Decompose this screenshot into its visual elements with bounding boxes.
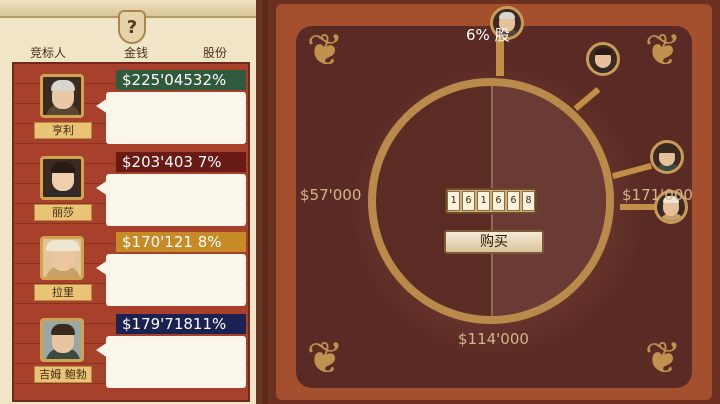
column-header-money: 金钱 (124, 46, 149, 60)
larry-portrait (40, 236, 84, 280)
bidder-row-henry: 亨利 $225'04532% (14, 66, 248, 146)
corner-ornament-icon: ❦ (644, 25, 682, 76)
column-header-shares: 股份 (203, 46, 228, 60)
bid-digit: 1 (477, 191, 490, 211)
bidder-money-shares: $225'04532% (116, 70, 246, 90)
bid-digit: 6 (507, 191, 520, 211)
corner-ornament-icon: ❦ (306, 333, 344, 384)
column-header-bidder: 竞标人 (30, 46, 67, 60)
question-mark-icon[interactable]: ? (118, 10, 146, 44)
bid-digit: 1 (447, 191, 460, 211)
bid-digit: 6 (462, 191, 475, 211)
bidder-name: 丽莎 (34, 204, 92, 221)
speech-bubble (96, 336, 246, 388)
bidder-row-larry: 拉里 $170'121 8% (14, 228, 248, 308)
bidder-money-shares: $179'71811% (116, 314, 246, 334)
jim-bob-portrait (40, 318, 84, 362)
value-bottom-label: $114'000 (458, 330, 529, 348)
bidder-money-shares: $170'121 8% (116, 232, 246, 252)
bidder-row-lisa: 丽莎 $203'403 7% (14, 148, 248, 228)
bidder-name: 吉姆 鲍勃 (34, 366, 92, 383)
shares-offered-label: 6% 股 (466, 26, 510, 44)
bidder-panel: ? 竞标人 金钱 股份 亨利 $225'04532% 丽莎 $203'403 7… (0, 0, 262, 404)
bid-digit: 6 (492, 191, 505, 211)
lisa-portrait (40, 156, 84, 200)
buy-button[interactable]: 购买 (444, 230, 544, 254)
bidder-name: 拉里 (34, 284, 92, 301)
board-token-lisa (586, 42, 620, 76)
henry-portrait (40, 74, 84, 118)
bidder-name: 亨利 (34, 122, 92, 139)
speech-bubble (96, 92, 246, 144)
bidder-row-jim-bob: 吉姆 鲍勃 $179'71811% (14, 310, 248, 390)
corner-ornament-icon: ❦ (306, 25, 344, 76)
bid-amount-counter[interactable]: 1 6 1 6 6 8 (445, 188, 537, 214)
value-left-label: $57'000 (300, 186, 362, 204)
bidder-money-shares: $203'403 7% (116, 152, 246, 172)
corner-ornament-icon: ❦ (644, 333, 682, 384)
speech-bubble (96, 174, 246, 226)
bid-digit: 8 (522, 191, 535, 211)
speech-bubble (96, 254, 246, 306)
value-right-label: $171'000 (622, 186, 693, 204)
board-token-jim-bob (650, 140, 684, 174)
bidder-list: 亨利 $225'04532% 丽莎 $203'403 7% 拉里 $170'12… (12, 62, 250, 402)
